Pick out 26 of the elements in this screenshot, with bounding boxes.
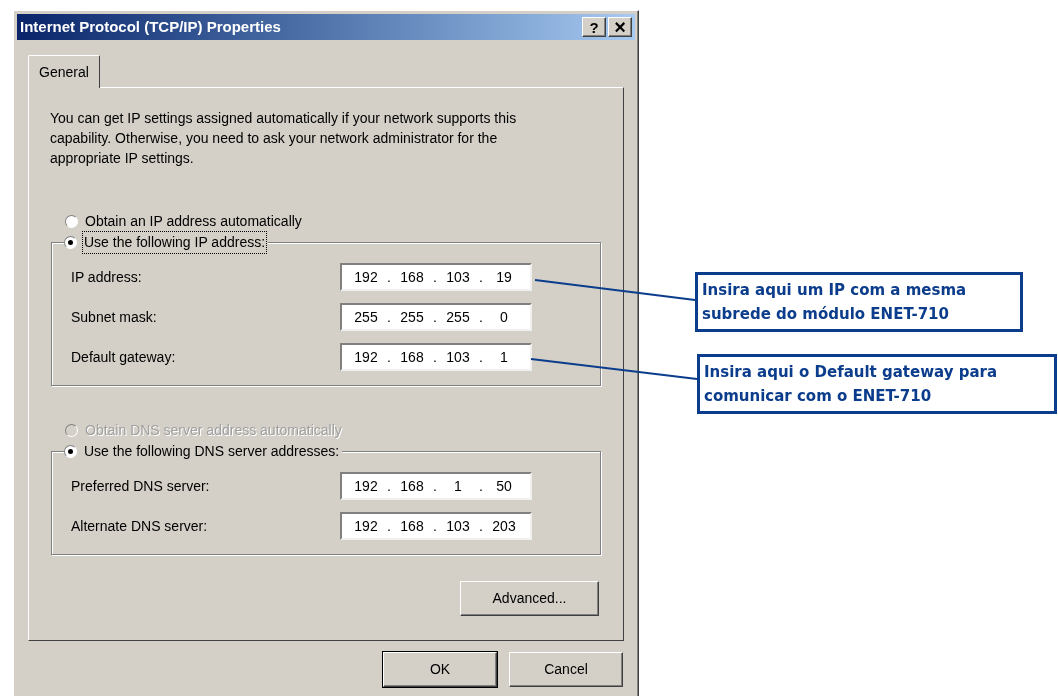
ok-button[interactable]: OK bbox=[383, 652, 497, 687]
field-label: Subnet mask: bbox=[71, 307, 158, 327]
callout-note: Insira aqui um IP com a mesma subrede do módulo ENET-710 bbox=[695, 272, 1023, 332]
field-label: Default gateway: bbox=[71, 347, 177, 367]
help-button[interactable]: ? bbox=[582, 17, 606, 37]
ip-address-field[interactable]: 192 . 168 . 103 . 19 bbox=[340, 263, 532, 291]
ip-address-field[interactable]: 192 . 168 . 103 . 203 bbox=[340, 512, 532, 540]
field-label: IP address: bbox=[71, 267, 143, 287]
ip-address-field[interactable]: 192 . 168 . 103 . 1 bbox=[340, 343, 532, 371]
radio-label: Use the following DNS server addresses: bbox=[83, 441, 341, 461]
field-label: Alternate DNS server: bbox=[71, 516, 209, 536]
cancel-button[interactable]: Cancel bbox=[509, 652, 623, 687]
radio-label: Use the following IP address: bbox=[83, 231, 267, 253]
tab[interactable]: General bbox=[28, 55, 100, 88]
radio-button[interactable] bbox=[64, 444, 77, 458]
callout-note: Insira aqui o Default gateway para comunicar com o ENET-710 bbox=[697, 354, 1057, 414]
ip-address-field[interactable]: 192 . 168 . 1 . 50 bbox=[340, 472, 532, 500]
radio-label: Obtain an IP address automatically bbox=[84, 211, 303, 231]
ip-address-field[interactable]: 255 . 255 . 255 . 0 bbox=[340, 303, 532, 331]
advanced-button[interactable]: Advanced... bbox=[460, 581, 599, 616]
radio-button[interactable] bbox=[64, 235, 77, 249]
close-button[interactable]: × bbox=[608, 17, 632, 37]
radio-button[interactable] bbox=[65, 214, 78, 228]
intro-text: You can get IP settings assigned automatically if your network supports this capability. Otherwise, you need to ask your network administrator for the appropriate IP settings. bbox=[50, 109, 518, 168]
field-label: Preferred DNS server: bbox=[71, 476, 211, 496]
window-title: Internet Protocol (TCP/IP) Properties bbox=[20, 16, 282, 37]
